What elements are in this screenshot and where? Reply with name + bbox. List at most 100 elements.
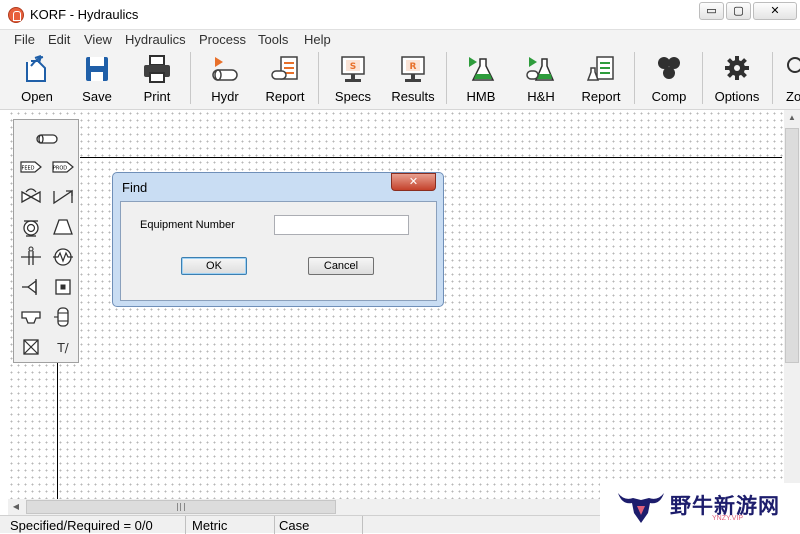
menu-help[interactable]: Help <box>304 32 331 47</box>
equipment-palette: FEED PROD T/ <box>13 119 79 363</box>
status-specified: Specified/Required = 0/0 <box>10 518 153 533</box>
results-badge: R <box>410 62 417 72</box>
results-icon: R <box>401 56 425 82</box>
print-button[interactable]: Print <box>136 50 178 106</box>
menu-edit[interactable]: Edit <box>48 32 70 47</box>
status-case: Case <box>279 518 310 533</box>
process-report-label: Report <box>581 89 621 104</box>
compressor-icon[interactable] <box>52 216 74 238</box>
orifice-icon[interactable] <box>20 246 42 268</box>
options-label: Options <box>714 89 760 104</box>
grip-icon <box>177 503 185 511</box>
ok-button[interactable]: OK <box>181 257 247 275</box>
dialog-body: Equipment Number OK Cancel <box>120 201 437 301</box>
zoom-label: Zo <box>786 89 800 104</box>
window-title: KORF - Hydraulics <box>30 7 139 22</box>
specs-icon: S <box>341 56 365 82</box>
components-button[interactable]: Comp <box>646 50 692 106</box>
print-label: Print <box>143 89 171 104</box>
pump-icon[interactable] <box>20 216 42 238</box>
zoom-icon <box>787 57 800 73</box>
pipe-line-horizontal[interactable] <box>80 157 782 158</box>
product-icon[interactable]: PROD <box>52 156 74 178</box>
pipe-icon[interactable] <box>36 128 58 150</box>
print-icon <box>144 55 170 83</box>
specs-button[interactable]: S Specs <box>330 50 376 106</box>
results-label: Results <box>391 89 435 104</box>
feed-icon[interactable]: FEED <box>20 156 42 178</box>
dialog-close-button[interactable]: ✕ <box>391 173 436 191</box>
results-button[interactable]: R Results <box>390 50 436 106</box>
process-report-button[interactable]: Report <box>578 50 624 106</box>
horizontal-scroll-thumb[interactable] <box>26 500 336 514</box>
misc-equipment-icon[interactable] <box>20 336 42 358</box>
maximize-button[interactable]: ▢ <box>726 2 751 20</box>
bull-logo-icon <box>618 493 664 523</box>
menu-view[interactable]: View <box>84 32 112 47</box>
report-icon <box>586 56 614 81</box>
toolbar-separator <box>446 52 447 104</box>
toolbar: Open Save Print Hydr Report S Specs R Re… <box>0 48 800 110</box>
equipment-icon[interactable] <box>52 276 74 298</box>
toolbar-separator <box>702 52 703 104</box>
hydr-button[interactable]: Hydr <box>202 50 248 106</box>
options-button[interactable]: Options <box>712 50 762 106</box>
minimize-button[interactable]: ▭ <box>699 2 724 20</box>
horizontal-scrollbar[interactable]: ◀ <box>8 499 600 515</box>
check-valve-icon[interactable] <box>52 186 74 208</box>
h-and-h-button[interactable]: H&H <box>518 50 564 106</box>
status-units: Metric <box>192 518 228 533</box>
components-icon <box>658 57 680 79</box>
hmb-icon <box>469 57 495 81</box>
save-button[interactable]: Save <box>76 50 118 106</box>
watermark: 野牛新游网 YNZY.VIP <box>600 483 800 533</box>
h-and-h-label: H&H <box>527 89 555 104</box>
vertical-scroll-thumb[interactable] <box>785 128 799 363</box>
scroll-up-arrow-icon[interactable]: ▲ <box>784 110 800 126</box>
vertical-scrollbar[interactable]: ▲ <box>784 110 800 499</box>
equipment-number-label: Equipment Number <box>140 219 235 231</box>
svg-text:PROD: PROD <box>53 166 67 172</box>
gear-icon <box>725 56 749 80</box>
menu-process[interactable]: Process <box>199 32 246 47</box>
specs-label: Specs <box>334 89 372 104</box>
open-label: Open <box>21 89 53 104</box>
menu-hydraulics[interactable]: Hydraulics <box>125 32 186 47</box>
menu-tools[interactable]: Tools <box>258 32 288 47</box>
close-window-button[interactable]: ✕ <box>753 2 797 20</box>
hydraulics-report-button[interactable]: Report <box>262 50 308 106</box>
zoom-button[interactable]: Zo <box>782 50 800 106</box>
hydraulics-report-label: Report <box>265 89 305 104</box>
status-separator <box>185 516 186 534</box>
h-and-h-icon <box>526 57 555 81</box>
hydraulics-icon <box>212 57 238 81</box>
nozzle-icon[interactable] <box>20 306 42 328</box>
find-dialog: Find ✕ Equipment Number OK Cancel <box>112 172 444 307</box>
pipe-line-vertical[interactable] <box>57 360 58 499</box>
open-button[interactable]: Open <box>14 50 60 106</box>
heat-exchanger-icon[interactable] <box>52 246 74 268</box>
watermark-sub: YNZY.VIP <box>712 515 743 522</box>
cancel-button[interactable]: Cancel <box>308 257 374 275</box>
toolbar-separator <box>634 52 635 104</box>
dialog-title: Find <box>122 180 148 195</box>
report-icon <box>271 56 298 80</box>
svg-text:FEED: FEED <box>21 166 34 172</box>
valve-icon[interactable] <box>20 186 42 208</box>
title-bar: KORF - Hydraulics ▭ ▢ ✕ <box>0 0 800 30</box>
hydr-label: Hydr <box>211 89 239 104</box>
control-valve-icon[interactable] <box>20 276 42 298</box>
equipment-number-input[interactable] <box>274 215 409 235</box>
specs-badge: S <box>350 62 356 72</box>
components-label: Comp <box>651 89 687 104</box>
hmb-button[interactable]: HMB <box>458 50 504 106</box>
scroll-left-arrow-icon[interactable]: ◀ <box>8 499 24 515</box>
toolbar-separator <box>772 52 773 104</box>
vessel-icon[interactable] <box>52 306 74 328</box>
text-icon[interactable]: T/ <box>52 336 74 358</box>
menu-file[interactable]: File <box>14 32 35 47</box>
status-separator <box>362 516 363 534</box>
svg-text:T/: T/ <box>56 341 69 355</box>
open-icon <box>26 55 46 82</box>
toolbar-separator <box>190 52 191 104</box>
